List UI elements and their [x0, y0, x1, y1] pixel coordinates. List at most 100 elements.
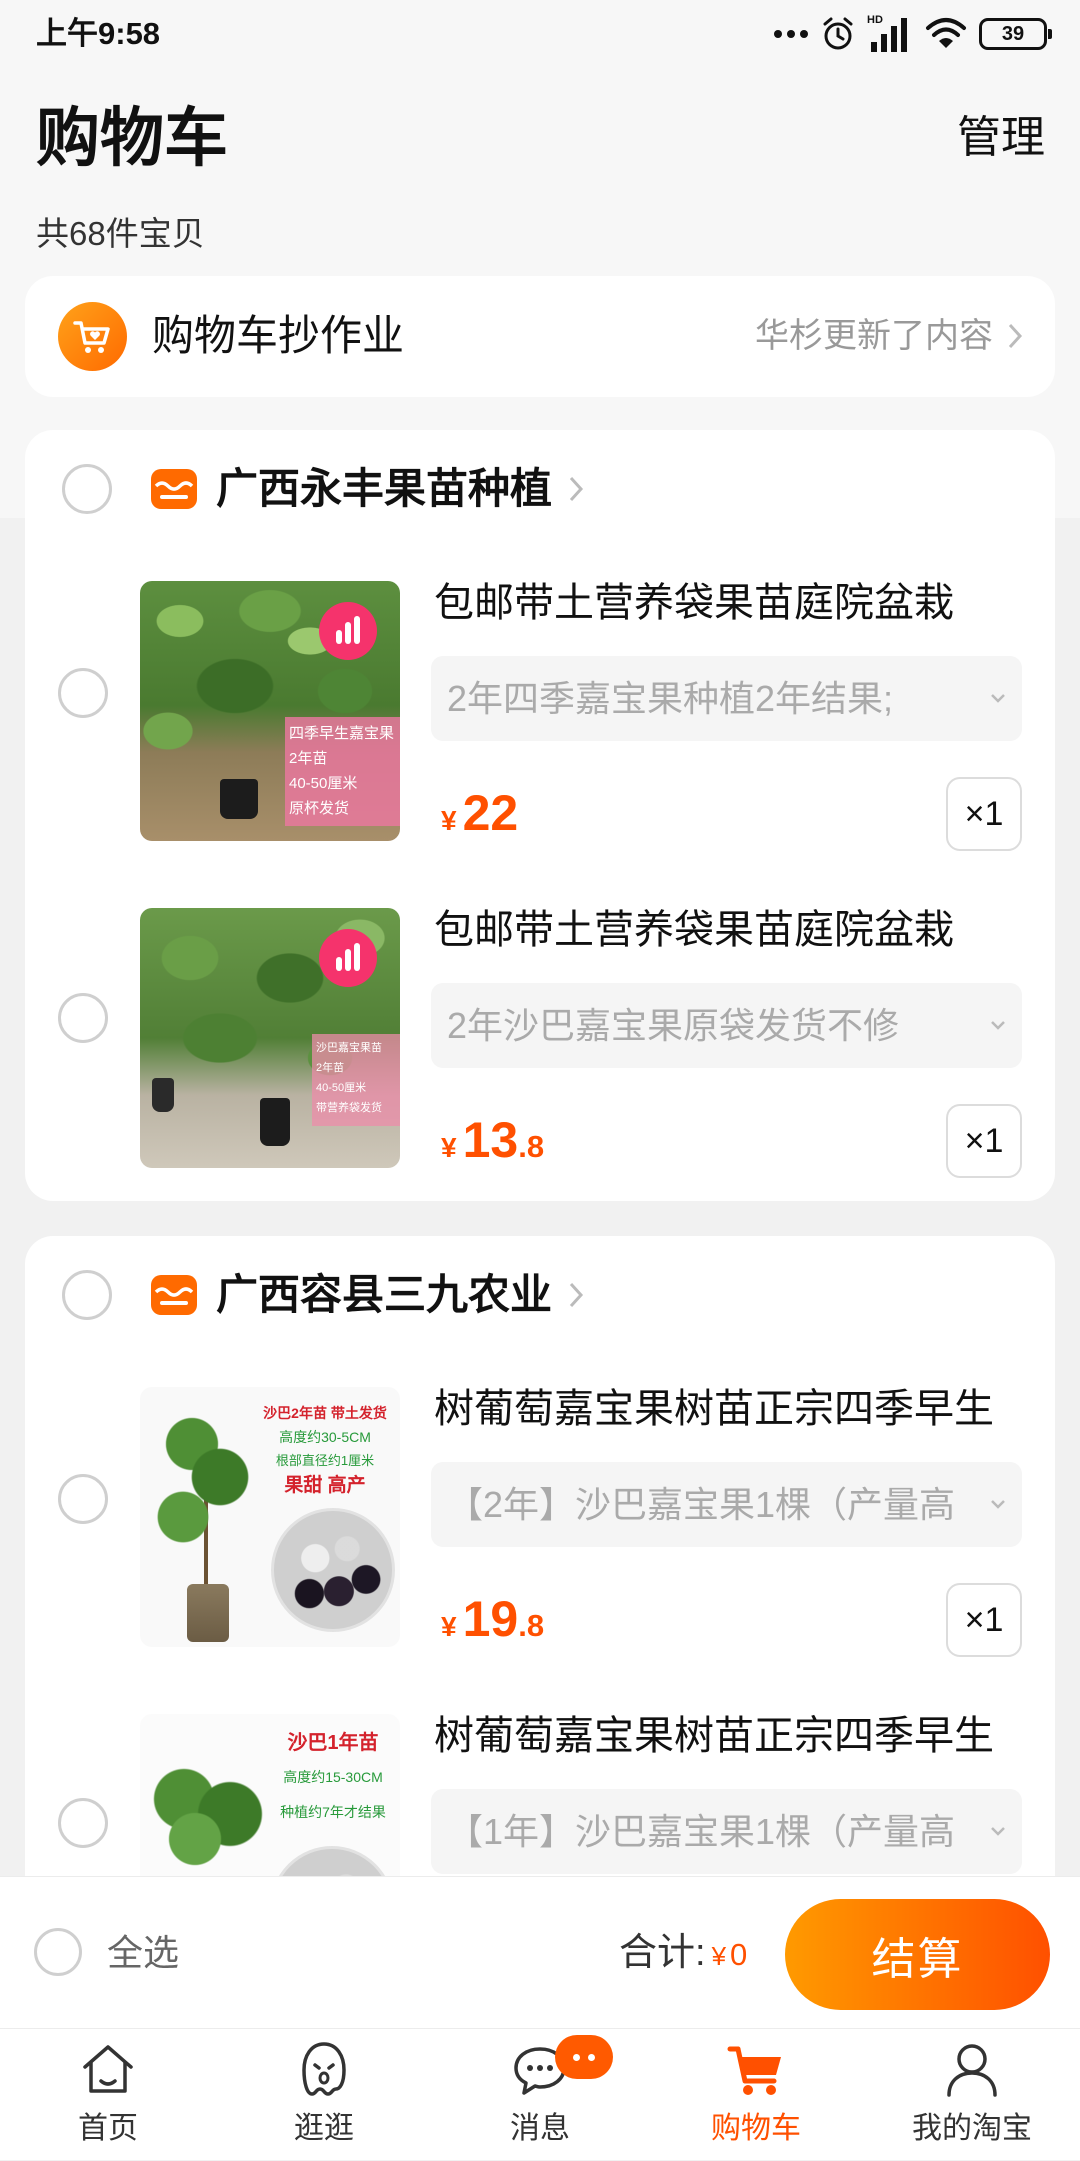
tab-bar: 首页 逛逛 消息 购物车 我的淘宝 [0, 2028, 1080, 2160]
tab-messages[interactable]: 消息 [432, 2029, 648, 2161]
image-caption-line: 40-50厘米 [289, 775, 358, 792]
cart-item: 沙巴嘉宝果苗 2年苗 40-50厘米 带营养袋发货 包邮带土营养袋果苗庭院盆栽 … [25, 908, 1055, 1180]
plant-leaves [160, 1809, 230, 1869]
image-caption-line: 根部直径约1厘米 [275, 1453, 375, 1468]
chart-badge-icon [319, 602, 377, 660]
cart-item: 沙巴2年苗 带土发货 高度约30-5CM 根部直径约1厘米 果甜 高产 树葡萄嘉… [25, 1387, 1055, 1659]
sku-text: 2年沙巴嘉宝果原袋发货不修 [447, 1005, 900, 1046]
more-dots-icon [774, 30, 808, 38]
product-image[interactable]: 四季早生嘉宝果 2年苗 40-50厘米 原杯发货 [140, 581, 400, 841]
image-caption-line: 40-50厘米 [316, 1082, 367, 1094]
checkout-label: 结算 [871, 1934, 964, 1984]
sku-selector[interactable]: 2年沙巴嘉宝果原袋发货不修 [431, 983, 1022, 1068]
cart-icon [727, 2046, 781, 2095]
checkout-button[interactable]: 结算 [785, 1899, 1050, 2010]
total-value: 0 [730, 1937, 748, 1972]
image-caption-line: 沙巴2年苗 带土发货 [263, 1405, 387, 1421]
currency-symbol: ¥ [441, 1611, 457, 1642]
chevron-down-icon [991, 1827, 1005, 1836]
chevron-down-icon [991, 694, 1005, 703]
promo-subtitle: 华杉更新了内容 [755, 317, 993, 355]
status-time: 上午9:58 [36, 16, 161, 51]
promo-title: 购物车抄作业 [152, 312, 405, 359]
quantity-button[interactable]: ×1 [946, 1104, 1022, 1178]
price: ¥ 22 [441, 781, 518, 845]
guangguang-icon [302, 2042, 346, 2096]
plant-pot [260, 1098, 290, 1146]
product-image[interactable]: 沙巴嘉宝果苗 2年苗 40-50厘米 带营养袋发货 [140, 908, 400, 1168]
alarm-icon [823, 17, 853, 50]
tab-label: 我的淘宝 [912, 2112, 1032, 2145]
image-caption: 四季早生嘉宝果 2年苗 40-50厘米 原杯发货 [285, 717, 400, 826]
tab-home[interactable]: 首页 [0, 2029, 216, 2161]
tab-guangguang[interactable]: 逛逛 [216, 2029, 432, 2161]
store-name: 广西容县三九农业 [216, 1271, 553, 1318]
tab-label: 购物车 [711, 2112, 801, 2145]
product-title[interactable]: 树葡萄嘉宝果树苗正宗四季早生 [434, 1383, 994, 1435]
quantity-button[interactable]: ×1 [946, 1583, 1022, 1657]
tab-label: 首页 [78, 2112, 138, 2145]
signal-icon: HD [867, 14, 913, 54]
quantity-button[interactable]: ×1 [946, 777, 1022, 851]
price-yuan: 22 [462, 785, 519, 841]
sku-selector[interactable]: 【1年】沙巴嘉宝果1棵（产量高 [431, 1789, 1022, 1874]
chevron-right-icon [1008, 323, 1023, 349]
chevron-right-icon [569, 1282, 584, 1308]
image-caption-line: 高度约15-30CM [283, 1769, 383, 1785]
battery-level: 39 [1001, 23, 1025, 45]
message-badge [555, 2035, 613, 2079]
price: ¥ 13 .8 [441, 1108, 544, 1172]
chevron-down-icon [991, 1500, 1005, 1509]
cart-item: 四季早生嘉宝果 2年苗 40-50厘米 原杯发货 包邮带土营养袋果苗庭院盆栽 2… [25, 581, 1055, 853]
currency-symbol: ¥ [441, 1132, 457, 1163]
image-caption-line: 带营养袋发货 [316, 1102, 382, 1114]
tab-label: 逛逛 [294, 2112, 354, 2145]
product-image[interactable]: 沙巴2年苗 带土发货 高度约30-5CM 根部直径约1厘米 果甜 高产 [140, 1387, 400, 1647]
tab-label: 消息 [510, 2112, 570, 2145]
item-count: 共68件宝贝 [36, 215, 205, 252]
chevron-down-icon [991, 1021, 1005, 1030]
plant-leaves [155, 1482, 211, 1552]
chart-badge-icon [319, 929, 377, 987]
image-caption-line: 果甜 高产 [284, 1475, 366, 1496]
image-caption-line: 原杯发货 [289, 800, 350, 817]
total-label: 合计: [619, 1932, 706, 1974]
promo-update[interactable]: 华杉更新了内容 [755, 309, 1023, 363]
image-caption-line: 高度约30-5CM [279, 1429, 371, 1445]
product-title[interactable]: 树葡萄嘉宝果树苗正宗四季早生 [434, 1710, 994, 1762]
profile-icon [947, 2044, 997, 2097]
home-icon [83, 2045, 133, 2093]
price: ¥ 19 .8 [441, 1587, 544, 1651]
item-checkbox[interactable] [58, 1474, 108, 1524]
store-link[interactable]: 广西永丰果苗种植 [216, 462, 584, 516]
image-caption-line: 2年苗 [316, 1062, 345, 1074]
select-all-checkbox[interactable] [34, 1928, 82, 1976]
tab-cart[interactable]: 购物车 [648, 2029, 864, 2161]
store-link[interactable]: 广西容县三九农业 [216, 1268, 584, 1322]
store-checkbox[interactable] [62, 464, 112, 514]
item-checkbox[interactable] [58, 993, 108, 1043]
store-card: 广西永丰果苗种植 四季早生嘉宝果 2年苗 40-50厘米 原杯发货 包邮带土营养… [25, 430, 1055, 1201]
sku-selector[interactable]: 2年四季嘉宝果种植2年结果; [431, 656, 1022, 741]
plant-pot [152, 1078, 174, 1112]
product-title[interactable]: 包邮带土营养袋果苗庭院盆栽 [434, 904, 954, 956]
store-icon [151, 1275, 197, 1315]
currency-symbol: ¥ [711, 1941, 727, 1971]
select-all-label[interactable]: 全选 [107, 1927, 179, 1979]
sku-text: 2年四季嘉宝果种植2年结果; [447, 678, 894, 719]
tab-profile[interactable]: 我的淘宝 [864, 2029, 1080, 2161]
sku-selector[interactable]: 【2年】沙巴嘉宝果1棵（产量高 [431, 1462, 1022, 1547]
item-checkbox[interactable] [58, 668, 108, 718]
store-checkbox[interactable] [62, 1270, 112, 1320]
store-icon [151, 469, 197, 509]
checkout-bar: 全选 合计: ¥ 0 结算 [0, 1876, 1080, 2028]
image-caption: 沙巴嘉宝果苗 2年苗 40-50厘米 带营养袋发货 [312, 1034, 400, 1126]
sku-text: 【1年】沙巴嘉宝果1棵（产量高 [447, 1811, 956, 1852]
total-amount: 合计: ¥ 0 [619, 1927, 747, 1979]
item-checkbox[interactable] [58, 1798, 108, 1848]
promo-card[interactable]: 购物车抄作业 华杉更新了内容 [25, 276, 1055, 397]
image-caption-line: 四季早生嘉宝果 [289, 725, 395, 742]
product-title[interactable]: 包邮带土营养袋果苗庭院盆栽 [434, 577, 954, 629]
image-caption-line: 沙巴1年苗 [287, 1732, 379, 1754]
manage-button[interactable]: 管理 [957, 112, 1045, 164]
